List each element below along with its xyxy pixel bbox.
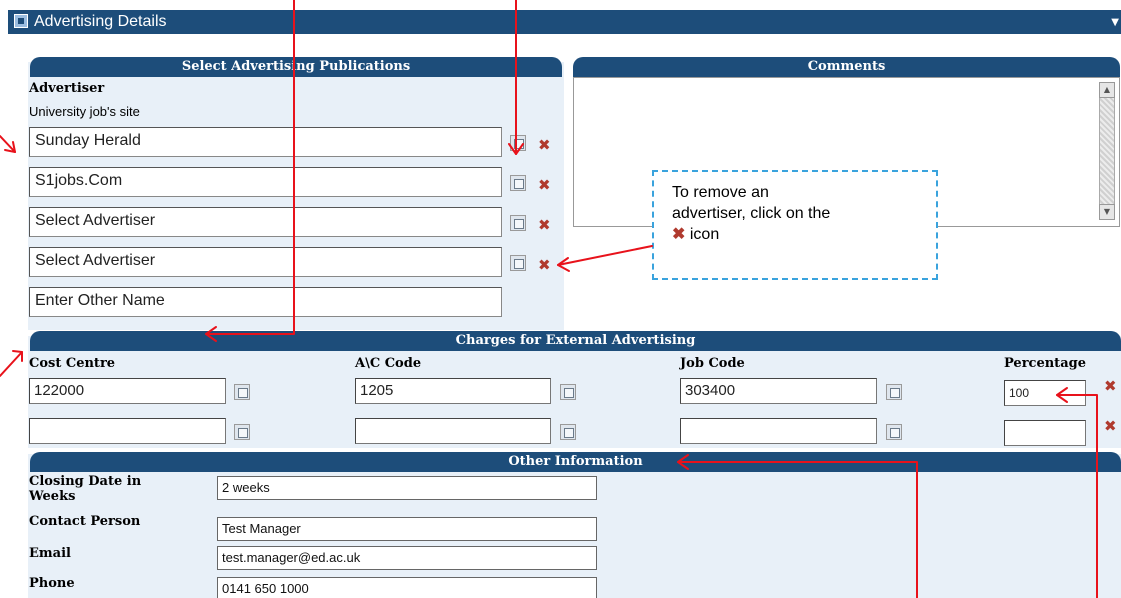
window-icon [14,14,28,28]
remove-x-icon[interactable]: ✖ [538,257,551,273]
closing-date-label-2: Weeks [29,489,76,504]
other-name-field[interactable]: Enter Other Name [29,287,502,317]
job-code-input-1[interactable]: 303400 [680,378,877,404]
col-ac-code: A\C Code [355,356,422,371]
comments-scrollbar[interactable]: ▲ ▼ [1099,82,1115,220]
advertiser-label: Advertiser [29,81,105,96]
lookup-icon[interactable] [510,175,526,191]
lookup-icon[interactable] [560,424,576,440]
percentage-input-2[interactable] [1004,420,1086,446]
closing-date-label-1: Closing Date in [29,474,142,489]
annotation-arrow-left-2 [0,351,23,377]
advertiser-field-2[interactable]: S1jobs.Com [29,167,502,197]
contact-person-label: Contact Person [29,514,141,529]
advertiser-field-1[interactable]: Sunday Herald [29,127,502,157]
annotation-arrowhead-4 [12,350,23,362]
job-code-input-2[interactable] [680,418,877,444]
lookup-icon[interactable] [886,424,902,440]
annotation-arrow-left-1 [0,135,16,153]
callout-line-2: advertiser, click on the [672,205,831,222]
remove-x-icon[interactable]: ✖ [1104,378,1117,394]
remove-x-icon: ✖ [672,226,686,243]
ac-code-input-1[interactable]: 1205 [355,378,551,404]
contact-person-input[interactable]: Test Manager [217,517,597,541]
cost-centre-input-1[interactable]: 122000 [29,378,226,404]
lookup-icon[interactable] [510,255,526,271]
callout-line-3: icon [689,226,720,243]
lookup-icon[interactable] [886,384,902,400]
site-label: University job's site [29,104,140,119]
callout-line-1: To remove an [672,184,769,201]
lookup-icon[interactable] [234,424,250,440]
cost-centre-input-2[interactable] [29,418,226,444]
lookup-icon[interactable] [510,215,526,231]
advertiser-field-3[interactable]: Select Advertiser [29,207,502,237]
col-job-code: Job Code [680,356,745,371]
lookup-icon[interactable] [560,384,576,400]
remove-x-icon[interactable]: ✖ [1104,418,1117,434]
annotation-arrow-callout [557,245,653,266]
phone-label: Phone [29,576,75,591]
email-input[interactable]: test.manager@ed.ac.uk [217,546,597,570]
comments-header: Comments [573,57,1120,77]
titlebar-background [8,10,1121,34]
percentage-input-1[interactable]: 100 [1004,380,1086,406]
advertiser-field-4[interactable]: Select Advertiser [29,247,502,277]
lookup-icon[interactable] [510,135,526,151]
remove-x-icon[interactable]: ✖ [538,177,551,193]
annotation-arrowhead-3 [4,141,16,153]
scroll-down-icon[interactable]: ▼ [1099,204,1115,220]
col-cost-centre: Cost Centre [29,356,116,371]
window-menu-icon[interactable]: ▼ [1111,17,1119,28]
charges-header: Charges for External Advertising [30,331,1121,351]
remove-x-icon[interactable]: ✖ [538,137,551,153]
closing-date-input[interactable]: 2 weeks [217,476,597,500]
lookup-icon[interactable] [234,384,250,400]
scroll-up-icon[interactable]: ▲ [1099,82,1115,98]
remove-advertiser-callout: To remove an advertiser, click on the ✖ … [652,170,938,280]
other-info-header: Other Information [30,452,1121,472]
ac-code-input-2[interactable] [355,418,551,444]
email-label: Email [29,546,71,561]
publications-header: Select Advertising Publications [30,57,562,77]
window-titlebar: Advertising Details ▼ [0,0,1121,38]
col-percentage: Percentage [1004,356,1086,371]
window-title: Advertising Details [34,13,167,30]
phone-input[interactable]: 0141 650 1000 [217,577,597,598]
remove-x-icon[interactable]: ✖ [538,217,551,233]
